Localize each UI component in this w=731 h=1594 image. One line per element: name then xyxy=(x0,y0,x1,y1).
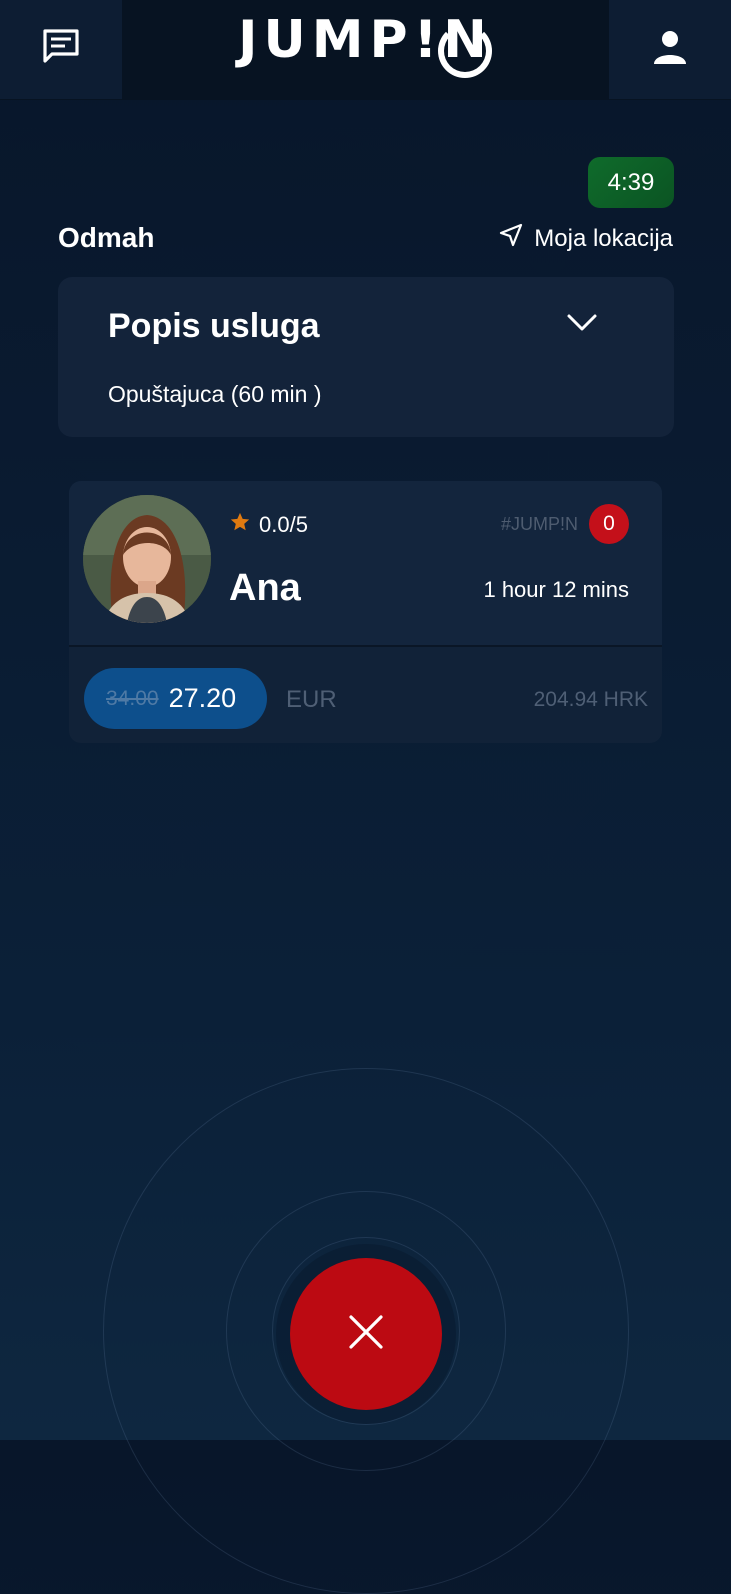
cancel-button[interactable] xyxy=(290,1258,442,1410)
selected-service: Opuštajuca (60 min ) xyxy=(108,381,322,407)
star-icon xyxy=(229,511,251,539)
profile-button[interactable] xyxy=(609,0,731,99)
my-location-button[interactable]: Moja lokacija xyxy=(498,222,673,255)
price-pill: 34.00 27.20 xyxy=(84,668,267,729)
app-header: JUMP!N xyxy=(0,0,731,100)
countdown-timer: 4:39 xyxy=(588,157,674,208)
professional-name: Ana xyxy=(229,567,301,609)
old-price: 34.00 xyxy=(106,686,159,710)
services-dropdown[interactable]: Popis usluga Opuštajuca (60 min ) xyxy=(58,277,674,437)
services-title: Popis usluga xyxy=(108,307,320,345)
avatar xyxy=(83,495,211,623)
professional-card[interactable]: 0.0/5 Ana #JUMP!N 0 1 hour 12 mins 34.00… xyxy=(69,481,662,743)
alt-currency-price: 204.94 HRK xyxy=(533,688,648,711)
discounted-price: 27.20 xyxy=(168,683,237,713)
close-icon xyxy=(348,1314,384,1355)
currency-label: EUR xyxy=(286,686,337,713)
navigation-arrow-icon xyxy=(498,222,524,255)
user-icon xyxy=(651,28,689,71)
booking-time-label: Odmah xyxy=(58,222,155,253)
brand-tag: #JUMP!N xyxy=(501,514,579,534)
count-badge: 0 xyxy=(589,504,629,544)
logo-ring xyxy=(438,24,493,78)
chevron-down-icon xyxy=(566,313,598,338)
rating: 0.0/5 xyxy=(229,511,308,539)
professional-info: 0.0/5 Ana #JUMP!N 0 1 hour 12 mins xyxy=(69,481,662,647)
location-label: Moja lokacija xyxy=(534,224,673,252)
rating-value: 0.0/5 xyxy=(259,512,308,537)
eta-text: 1 hour 12 mins xyxy=(483,577,629,602)
